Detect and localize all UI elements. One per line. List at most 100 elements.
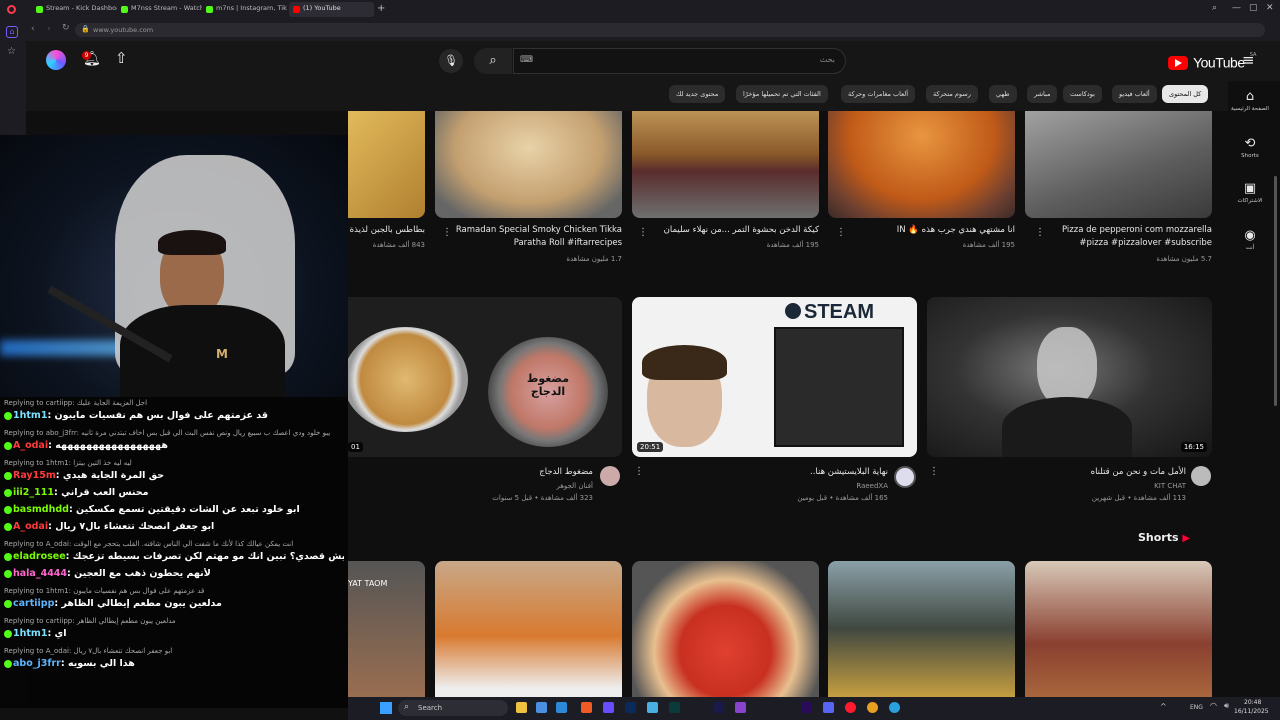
nav-home[interactable]: ⌂ الصفحة الرئيسية [1228, 89, 1272, 112]
short-thumbnail[interactable] [1025, 561, 1212, 701]
audition-icon[interactable] [669, 702, 680, 713]
more-options-icon[interactable]: ⋮ [638, 227, 648, 238]
chat-username[interactable]: cartiipp [13, 598, 54, 609]
store-icon[interactable] [536, 702, 547, 713]
more-options-icon[interactable]: ⋮ [442, 227, 452, 238]
photoshop-icon[interactable] [625, 702, 636, 713]
close-window-button[interactable]: ✕ [1266, 3, 1274, 13]
scrollbar[interactable] [1274, 176, 1277, 406]
brave-icon[interactable] [581, 702, 592, 713]
url-field[interactable]: 🔒 www.youtube.com [75, 23, 1265, 37]
video-title[interactable]: انا مشتهي هندي جرب هذه 🔥 IN [848, 224, 1015, 237]
chat-username[interactable]: Ray15m [13, 470, 56, 481]
video-thumbnail[interactable] [632, 111, 819, 218]
chip-podcasts[interactable]: بودكاست [1063, 85, 1102, 103]
video-thumbnail[interactable] [348, 111, 425, 218]
more-options-icon[interactable]: ⋮ [634, 466, 644, 477]
chip-video-games[interactable]: ألعاب فيديو [1112, 85, 1157, 103]
app-icon[interactable] [647, 702, 658, 713]
channel-avatar[interactable] [894, 466, 916, 488]
voice-search-button[interactable]: 🎙︎ [439, 49, 463, 73]
browser-tab-active[interactable]: (1) YouTube [289, 2, 374, 17]
premiere-icon[interactable] [801, 702, 812, 713]
app-icon[interactable] [735, 702, 746, 713]
avatar[interactable] [46, 50, 66, 70]
chat-username[interactable]: abo_j3frr [13, 658, 61, 669]
language-indicator[interactable]: ENG [1190, 704, 1203, 711]
search-input[interactable]: ⌨ بحث [513, 48, 846, 74]
more-options-icon[interactable]: ⋮ [1035, 227, 1045, 238]
discord-icon[interactable] [823, 702, 834, 713]
channel-avatar[interactable] [1191, 466, 1211, 486]
channel-avatar[interactable] [600, 466, 620, 486]
video-thumbnail[interactable]: STEAM 20:51 [632, 297, 917, 457]
channel-name[interactable]: أفنان الجوهر [408, 481, 593, 492]
channel-name[interactable]: KIT CHAT [938, 481, 1186, 492]
browser-tab[interactable]: M7nss Stream - Watch Li [117, 2, 202, 17]
chip-cooking[interactable]: طهي [989, 85, 1017, 103]
minimize-button[interactable]: — [1232, 3, 1241, 13]
browser-tab[interactable]: m7ns | Instagram, TikTok [202, 2, 287, 17]
clock-time[interactable]: 20:48 [1244, 699, 1261, 706]
nav-you[interactable]: ◉ أنت [1228, 228, 1272, 251]
menu-hamburger-icon[interactable]: ≡ [1242, 51, 1255, 69]
video-title[interactable]: كيكة الدخن بحشوة التمر ...من نهلاء سليما… [652, 224, 819, 237]
forward-button[interactable]: › [47, 24, 51, 34]
app-icon[interactable] [603, 702, 614, 713]
video-thumbnail[interactable]: مضغوط الدجاج 01 [348, 297, 622, 457]
chip-action-adventure[interactable]: ألعاب مغامرات وحركة [841, 85, 916, 103]
search-button[interactable]: ⌕ [474, 48, 512, 74]
video-thumbnail[interactable]: 16:15 [927, 297, 1212, 457]
tray-chevron-icon[interactable]: ^ [1160, 702, 1167, 711]
chat-username[interactable]: 1htm1 [13, 628, 47, 639]
media-encoder-icon[interactable] [713, 702, 724, 713]
maximize-button[interactable]: ▢ [1249, 3, 1258, 13]
chip-all[interactable]: كل المحتوى [1162, 85, 1209, 103]
video-title[interactable]: مضغوط الدجاج [408, 466, 593, 479]
taskbar-search[interactable]: ⌕ Search [398, 700, 508, 716]
telegram-icon[interactable] [889, 702, 900, 713]
channel-name[interactable]: RaeedXA [648, 481, 888, 492]
chip-new-for-you[interactable]: محتوى جديد لك [669, 85, 726, 103]
video-title[interactable]: Pizza de pepperoni com mozzarella #pizza… [1038, 224, 1212, 250]
back-button[interactable]: ‹ [31, 24, 35, 34]
chip-recently-uploaded[interactable]: الفئات التي تم تحميلها مؤخرًا [736, 85, 828, 103]
more-options-icon[interactable]: ⋮ [929, 466, 939, 477]
chat-username[interactable]: basmdhdd [13, 504, 69, 515]
video-title[interactable]: الأمل مات و نحن من قتلناه [938, 466, 1186, 479]
wifi-icon[interactable]: ◠ [1210, 701, 1217, 710]
chat-username[interactable]: iii2_111 [13, 487, 54, 498]
new-tab-button[interactable]: + [377, 3, 385, 14]
clock-date[interactable]: 16/11/2025 [1234, 708, 1269, 715]
search-tabs-icon[interactable]: ⌕ [1212, 3, 1217, 13]
chat-username[interactable]: A_odai [13, 521, 48, 532]
chip-animation[interactable]: رسوم متحركة [926, 85, 978, 103]
windows-start-icon[interactable] [380, 702, 392, 714]
vscode-icon[interactable] [556, 702, 567, 713]
chat-username[interactable]: A_odai [13, 440, 48, 451]
file-explorer-icon[interactable] [516, 702, 527, 713]
opera-icon[interactable] [845, 702, 856, 713]
create-upload-icon[interactable]: ⇧ [115, 49, 128, 67]
short-thumbnail[interactable] [435, 561, 622, 701]
chrome-icon[interactable] [867, 702, 878, 713]
opera-logo-icon[interactable] [7, 5, 16, 14]
browser-tab[interactable]: Stream - Kick Dashboard [32, 2, 117, 17]
video-title[interactable]: بطاطس بالجبن لذيذة و [348, 224, 425, 237]
keyboard-icon[interactable]: ⌨ [520, 55, 533, 65]
video-title[interactable]: Ramadan Special Smoky Chicken Tikka Para… [455, 224, 622, 250]
more-options-icon[interactable]: ⋮ [836, 227, 846, 238]
nav-shorts[interactable]: ⟲ Shorts [1228, 136, 1272, 159]
chat-username[interactable]: eladrosee [13, 551, 66, 562]
home-icon[interactable]: ⌂ [6, 26, 18, 38]
nav-subscriptions[interactable]: ▣ الاشتراكات [1228, 181, 1272, 204]
reload-button[interactable]: ↻ [62, 23, 70, 33]
video-title[interactable]: نهاية البلايستيشن هنا.. [648, 466, 888, 479]
chat-username[interactable]: hala_4444 [13, 568, 67, 579]
video-thumbnail[interactable] [435, 111, 622, 218]
chat-username[interactable]: 1htm1 [13, 410, 47, 421]
video-thumbnail[interactable] [828, 111, 1015, 218]
volume-icon[interactable]: 🔊︎ [1224, 701, 1229, 711]
video-thumbnail[interactable] [1025, 111, 1212, 218]
short-thumbnail[interactable] [632, 561, 819, 701]
